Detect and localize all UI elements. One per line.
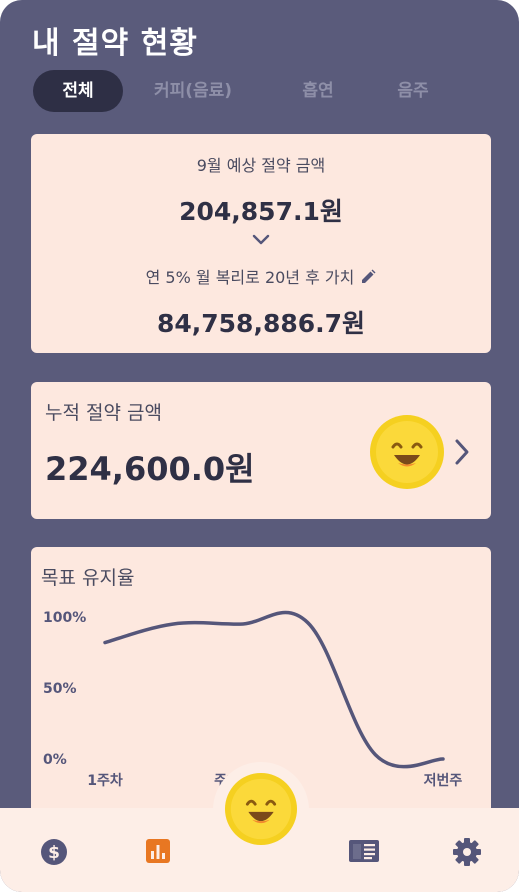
pencil-icon[interactable] [360,269,376,285]
coin-icon[interactable] [224,772,298,846]
future-value-amount: 84,758,886.7원 [156,309,366,338]
cumulative-label: 누적 절약 금액 [45,402,162,424]
app-screen: 내 절약 현황 전체 커피(음료) 흡연 음주 9월 예상 절약 금액 204,… [0,0,519,892]
chevron-right-icon[interactable] [453,438,471,466]
smiling-coin-icon [370,415,444,489]
y-tick-label: 100% [43,610,86,626]
forecast-card: 9월 예상 절약 금액 204,857.1원 연 5% 월 복리로 20년 후 … [31,134,491,353]
cumulative-card[interactable]: 누적 절약 금액 224,600.0원 [31,382,491,519]
x-tick-label: 저번주 [424,773,463,789]
series-line [103,610,445,769]
tab-coffee[interactable]: 커피(음료) [133,70,253,112]
tab-drinking[interactable]: 음주 [368,70,458,112]
category-tabs: 전체 커피(음료) 흡연 음주 [33,70,493,112]
chevron-down-icon [252,234,270,245]
settings-icon[interactable] [452,837,482,867]
x-tick-label: 1주차 [87,773,123,789]
diary-icon[interactable] [348,839,380,863]
future-value-label: 연 5% 월 복리로 20년 후 가치 [145,268,355,287]
svg-text:$: $ [48,843,60,863]
page-title: 내 절약 현황 [32,26,198,61]
stats-icon[interactable] [145,838,171,864]
forecast-label: 9월 예상 절약 금액 [196,156,326,175]
tab-smoking[interactable]: 흡연 [273,70,363,112]
cumulative-amount: 224,600.0원 [45,450,255,488]
tab-all[interactable]: 전체 [33,70,123,112]
savings-icon[interactable]: $ [40,838,68,866]
forecast-amount: 204,857.1원 [179,197,343,226]
y-tick-label: 50% [43,681,77,697]
future-value-row: 연 5% 월 복리로 20년 후 가치 [31,264,491,288]
y-tick-label: 0% [43,752,67,768]
